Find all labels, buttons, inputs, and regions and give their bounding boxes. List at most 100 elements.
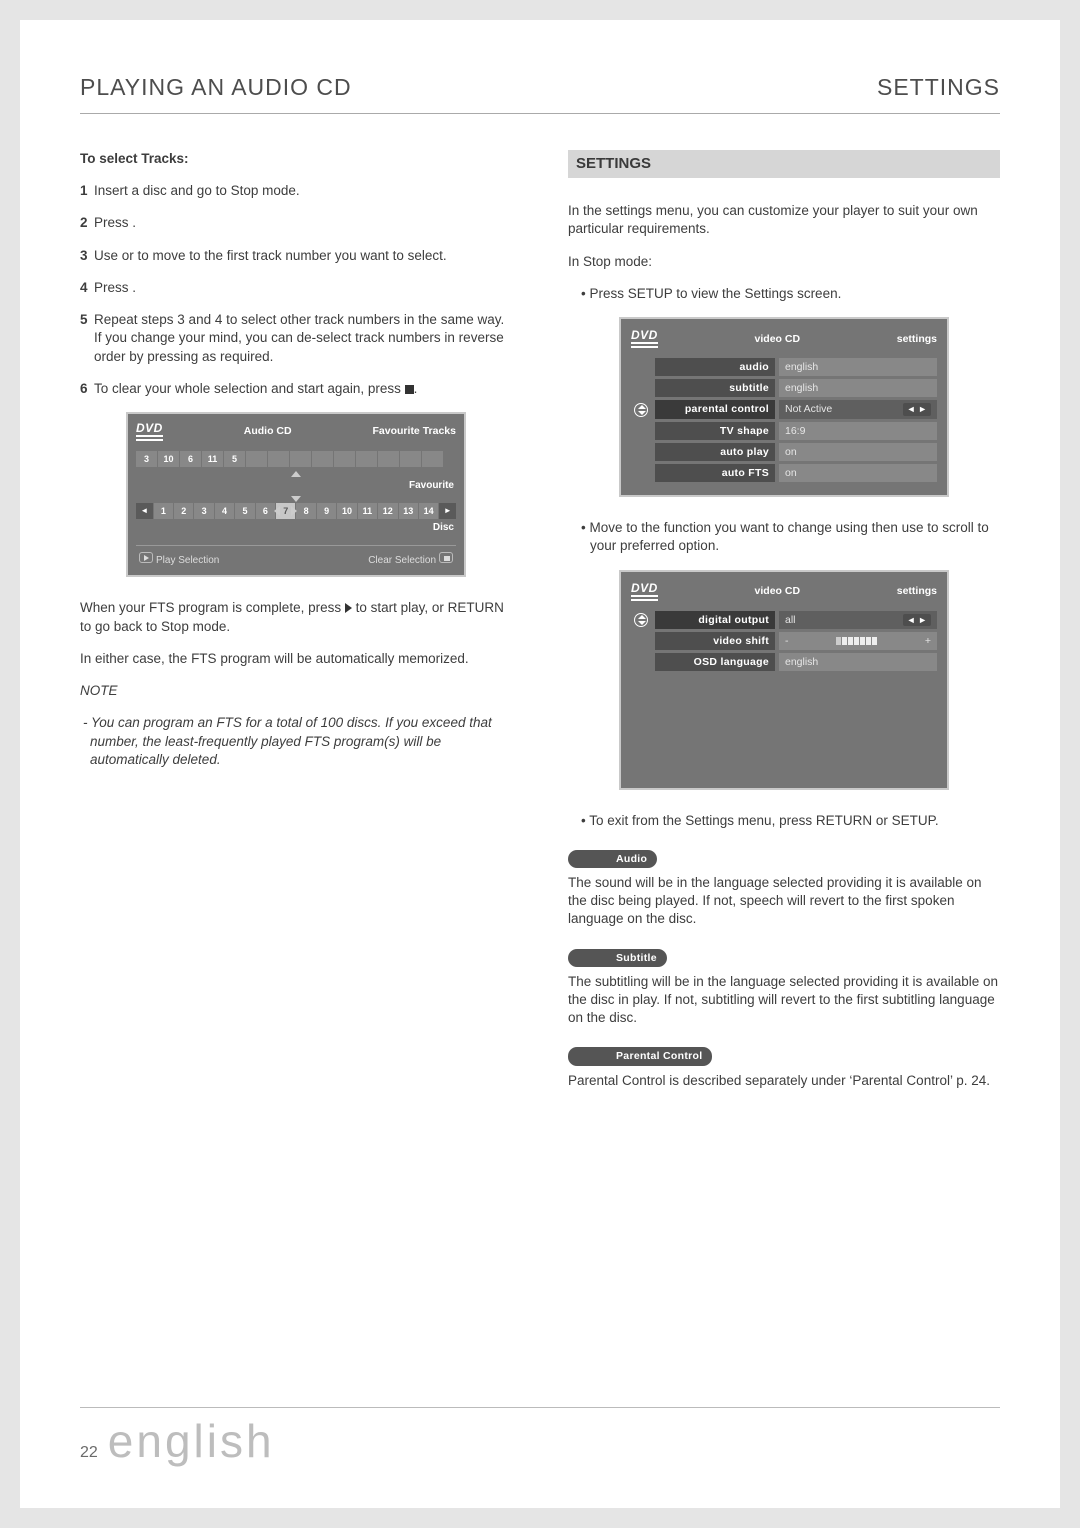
lr-arrows-icon: ◄ ► xyxy=(903,403,931,415)
step-4: 4Press . xyxy=(80,279,512,297)
bullet-3: • To exit from the Settings menu, press … xyxy=(568,812,1000,830)
osd-favourite-tracks: DVD Audio CD Favourite Tracks 3106115···… xyxy=(126,412,466,578)
arrow-up-icon xyxy=(291,471,301,477)
osd-row-value: english xyxy=(779,358,937,376)
left-column: To select Tracks: 1Insert a disc and go … xyxy=(80,150,512,1407)
osd-row-label: TV shape xyxy=(655,422,775,440)
osd-settings-1: DVD video CD settings audioenglishsubtit… xyxy=(619,317,949,497)
fav-cell: 5 xyxy=(224,451,245,467)
osd-row-label: digital output xyxy=(655,611,775,629)
step-2-text: Press . xyxy=(94,215,136,230)
osd-row-value: 16:9 xyxy=(779,422,937,440)
disc-row: ◄1234567891011121314► xyxy=(136,503,456,519)
step-1: 1Insert a disc and go to Stop mode. xyxy=(80,182,512,200)
osd-row-value: on xyxy=(779,443,937,461)
stop-icon xyxy=(405,385,414,394)
osd1-rows: audioenglish subtitleenglish parental cont… xyxy=(631,358,937,482)
osd-fav-header: DVD Audio CD Favourite Tracks xyxy=(136,422,456,441)
page-header: PLAYING AN AUDIO CD SETTINGS xyxy=(80,74,1000,114)
stop-mode-label: In Stop mode: xyxy=(568,253,1000,271)
favourite-row: 3106115········· xyxy=(136,451,456,467)
para-audio: The sound will be in the language select… xyxy=(568,874,1000,929)
osd-row-value: english xyxy=(779,653,937,671)
favourite-label: Favourite xyxy=(136,479,454,493)
fav-cell: · xyxy=(246,451,267,467)
bullet-2: • Move to the function you want to chang… xyxy=(568,519,1000,555)
osd-row: audioenglish xyxy=(631,358,937,376)
fav-cell: 10 xyxy=(158,451,179,467)
osd-row: video shift- + xyxy=(631,632,937,650)
step-3-text: Use or to move to the first track number… xyxy=(94,248,447,263)
dvd-logo-icon: DVD xyxy=(136,422,163,441)
step-6: 6To clear your whole selection and start… xyxy=(80,380,512,398)
after-osd-1: When your FTS program is complete, press… xyxy=(80,599,512,635)
disc-cell: 5 xyxy=(235,503,254,519)
step-3: 3Use or to move to the first track numbe… xyxy=(80,247,512,265)
fav-cell: · xyxy=(422,451,443,467)
disc-cell: 8 xyxy=(296,503,315,519)
step-6-text-b: . xyxy=(414,381,418,396)
fav-cell: · xyxy=(400,451,421,467)
disc-cell: 11 xyxy=(358,503,377,519)
osd-row-label: parental control xyxy=(655,400,775,418)
play-triangle-icon xyxy=(345,603,352,613)
disc-label: Disc xyxy=(136,521,454,535)
note-heading: NOTE xyxy=(80,682,512,700)
fav-cell: · xyxy=(312,451,333,467)
disc-cell: 10 xyxy=(337,503,356,519)
disc-cell: 2 xyxy=(174,503,193,519)
disc-cell: 7 xyxy=(276,503,295,519)
osd2-rows: digital outputall◄ ► video shift- + OSD la… xyxy=(631,611,937,672)
osd1-mid: video CD xyxy=(755,332,801,346)
arrow-down-icon xyxy=(291,496,301,502)
osd-row-label: auto FTS xyxy=(655,464,775,482)
osd-row: subtitleenglish xyxy=(631,379,937,397)
play-selection-label: Play Selection xyxy=(156,555,219,566)
osd-row-value: on xyxy=(779,464,937,482)
header-right: SETTINGS xyxy=(877,74,1000,101)
updown-icon xyxy=(634,613,648,627)
pill-subtitle: Subtitle xyxy=(568,949,667,967)
header-left: PLAYING AN AUDIO CD xyxy=(80,74,352,101)
osd-row-value: Not Active◄ ► xyxy=(779,400,937,418)
osd-fav-mid: Audio CD xyxy=(244,424,292,438)
para-subtitle: The subtitling will be in the language s… xyxy=(568,973,1000,1028)
osd-settings-2: DVD video CD settings digital outputall◄… xyxy=(619,570,949,790)
fav-cell: · xyxy=(334,451,355,467)
osd2-mid: video CD xyxy=(755,584,801,598)
disc-cell: 9 xyxy=(317,503,336,519)
after-osd-2: In either case, the FTS program will be … xyxy=(80,650,512,668)
osd-row-label: audio xyxy=(655,358,775,376)
osd-row: digital outputall◄ ► xyxy=(631,611,937,629)
page-footer: 22 english xyxy=(80,1407,1000,1468)
disc-cell: 1 xyxy=(154,503,173,519)
disc-cell: 12 xyxy=(378,503,397,519)
osd-fav-footer: Play Selection Clear Selection xyxy=(136,545,456,568)
osd-row-label: OSD language xyxy=(655,653,775,671)
play-icon xyxy=(139,552,153,563)
step-2: 2Press . xyxy=(80,214,512,232)
fav-cell: 3 xyxy=(136,451,157,467)
step-4-text: Press . xyxy=(94,280,136,295)
nav-left-icon: ◄ xyxy=(136,503,153,519)
fav-cell: · xyxy=(356,451,377,467)
osd-row: auto FTSon xyxy=(631,464,937,482)
osd2-right: settings xyxy=(897,584,937,598)
fav-cell: 11 xyxy=(202,451,223,467)
osd1-right: settings xyxy=(897,332,937,346)
disc-cell: 13 xyxy=(399,503,418,519)
step-6-text-a: To clear your whole selection and start … xyxy=(94,381,405,396)
dvd-logo-icon: DVD xyxy=(631,582,658,601)
clear-selection-label: Clear Selection xyxy=(368,555,436,566)
fav-cell: 6 xyxy=(180,451,201,467)
after-osd-1a: When your FTS program is complete, press xyxy=(80,600,345,615)
osd-row-label: auto play xyxy=(655,443,775,461)
disc-cell: 14 xyxy=(419,503,438,519)
osd-row: OSD languageenglish xyxy=(631,653,937,671)
disc-cell: 3 xyxy=(194,503,213,519)
osd-row-label: video shift xyxy=(655,632,775,650)
play-selection: Play Selection xyxy=(136,552,219,568)
fav-cell: · xyxy=(268,451,289,467)
osd-row: parental controlNot Active◄ ► xyxy=(631,400,937,418)
bullet-1: • Press SETUP to view the Settings scree… xyxy=(568,285,1000,303)
